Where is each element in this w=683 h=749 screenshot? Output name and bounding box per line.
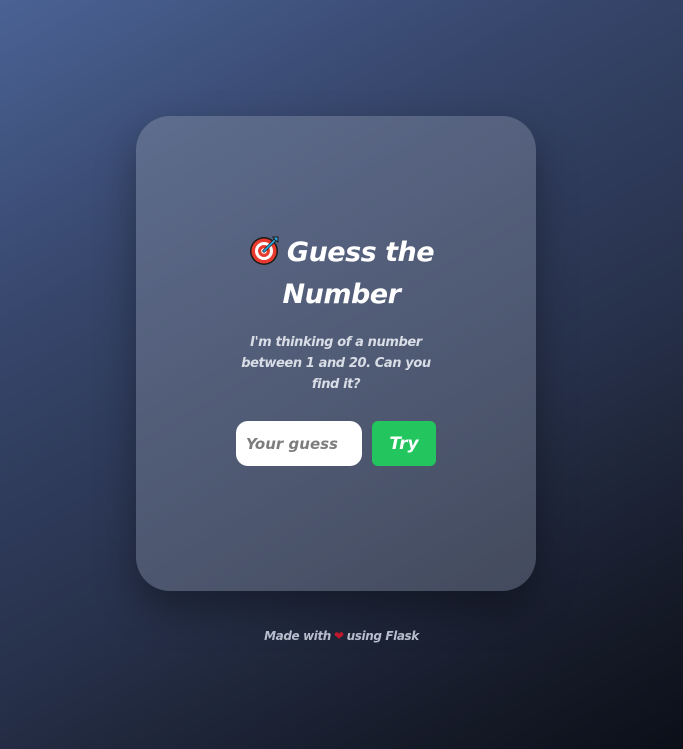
footer-prefix: Made with [264,629,331,643]
footer-suffix: using Flask [346,629,420,643]
target-icon [249,236,279,265]
page-title: Guess the Number [0,232,683,316]
title-line-2: Number [282,279,401,310]
title-text-1: Guess the [286,237,435,268]
heart-icon: ❤ [333,629,344,643]
try-button[interactable]: Try [372,421,436,466]
guess-input[interactable] [236,421,362,466]
title-line-1: Guess the [0,232,683,274]
footer: Made with ❤ using Flask [0,629,683,643]
game-instructions: I'm thinking of a number between 1 and 2… [241,335,431,392]
